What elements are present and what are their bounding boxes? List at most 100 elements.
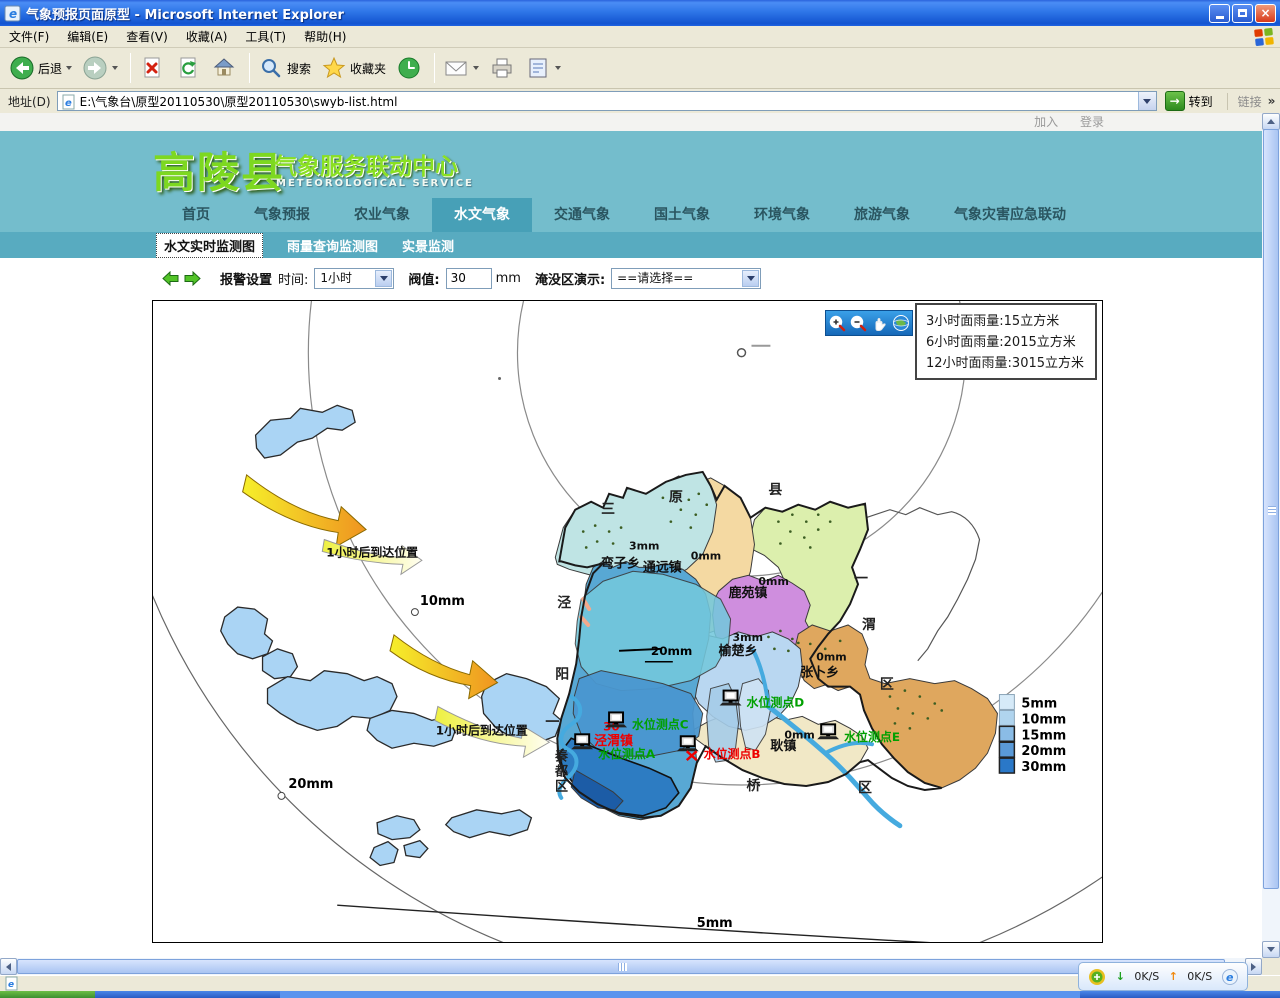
window-title: 气象预报页面原型 - Microsoft Internet Explorer bbox=[26, 4, 1207, 23]
taskbar[interactable] bbox=[0, 991, 1280, 998]
address-input-wrap[interactable]: e bbox=[57, 91, 1157, 111]
edit-button[interactable] bbox=[522, 53, 564, 83]
download-arrow-icon: ↓ bbox=[1116, 970, 1125, 983]
scroll-left-button[interactable] bbox=[0, 958, 17, 975]
menu-bar: 文件(F) 编辑(E) 查看(V) 收藏(A) 工具(T) 帮助(H) bbox=[0, 26, 1280, 48]
refresh-button[interactable] bbox=[172, 53, 204, 83]
mail-dropdown-icon[interactable] bbox=[473, 66, 479, 70]
tab-environment[interactable]: 环境气象 bbox=[732, 198, 832, 232]
tab-weather-forecast[interactable]: 气象预报 bbox=[232, 198, 332, 232]
tab-hydrology[interactable]: 水文气象 bbox=[432, 198, 532, 232]
next-arrow-icon[interactable] bbox=[184, 271, 201, 286]
back-icon bbox=[9, 55, 35, 81]
menu-file[interactable]: 文件(F) bbox=[0, 28, 58, 45]
scroll-down-button[interactable] bbox=[1262, 941, 1280, 958]
title-bar[interactable]: e 气象预报页面原型 - Microsoft Internet Explorer… bbox=[0, 0, 1280, 26]
taskbar-button[interactable] bbox=[280, 991, 1080, 998]
time-select-value: 1小时 bbox=[320, 271, 352, 285]
subtab-live-view[interactable]: 实景监测 bbox=[402, 236, 454, 255]
edit-dropdown-icon[interactable] bbox=[555, 66, 561, 70]
county-regions: 灞 bbox=[555, 472, 997, 820]
back-dropdown-icon[interactable] bbox=[66, 66, 72, 70]
geo-label: 一 bbox=[854, 571, 868, 587]
flood-demo-label: 淹没区演示: bbox=[535, 269, 605, 288]
menu-tools[interactable]: 工具(T) bbox=[236, 28, 295, 45]
account-strip: 加入 登录 bbox=[0, 113, 1262, 131]
forward-button[interactable] bbox=[79, 53, 121, 83]
flood-select[interactable]: ==请选择== bbox=[611, 268, 761, 289]
forward-dropdown-icon[interactable] bbox=[112, 66, 118, 70]
scroll-up-button[interactable] bbox=[1262, 113, 1280, 130]
hydrology-map[interactable]: 10mm 20mm 5mm bbox=[152, 300, 1103, 943]
safety-suite-icon bbox=[1088, 968, 1106, 986]
minimize-button[interactable] bbox=[1209, 4, 1230, 23]
refresh-icon bbox=[175, 55, 201, 81]
back-button[interactable]: 后退 bbox=[6, 53, 75, 83]
rain-gengzhen: 0mm bbox=[784, 728, 814, 741]
favorites-button[interactable]: 收藏夹 bbox=[318, 53, 389, 83]
rainfall-3h: 3小时面雨量:15立方米 bbox=[926, 311, 1086, 332]
time-select[interactable]: 1小时 bbox=[314, 268, 394, 289]
address-dropdown-icon[interactable] bbox=[1138, 92, 1156, 110]
tab-disaster-emergency[interactable]: 气象灾害应急联动 bbox=[932, 198, 1088, 232]
globe-icon[interactable] bbox=[892, 314, 910, 332]
address-input[interactable] bbox=[80, 94, 1100, 108]
tab-agriculture[interactable]: 农业气象 bbox=[332, 198, 432, 232]
menu-edit[interactable]: 编辑(E) bbox=[58, 28, 117, 45]
threshold-input[interactable] bbox=[446, 268, 492, 289]
browser-toolbar: 后退 搜索 bbox=[0, 48, 1280, 89]
links-menu[interactable]: 链接 » bbox=[1227, 93, 1276, 110]
menu-help[interactable]: 帮助(H) bbox=[295, 28, 355, 45]
radar-center-marker bbox=[498, 346, 770, 380]
station-c-icon bbox=[605, 712, 627, 727]
station-e-icon bbox=[817, 724, 839, 739]
rain-luyuanzhen: 0mm bbox=[758, 575, 788, 588]
svg-text:e: e bbox=[65, 98, 72, 109]
alarm-controls: 报警设置 时间: 1小时 阀值: mm 淹没区演示: ==请选择== bbox=[0, 258, 1262, 298]
search-button[interactable]: 搜索 bbox=[255, 53, 314, 83]
select-dropdown-icon[interactable] bbox=[742, 270, 759, 287]
subtab-realtime-monitor[interactable]: 水文实时监测图 bbox=[156, 233, 263, 258]
tab-home[interactable]: 首页 bbox=[160, 198, 232, 232]
search-icon bbox=[258, 55, 284, 81]
star-icon bbox=[321, 55, 347, 81]
pan-hand-icon[interactable] bbox=[871, 314, 889, 332]
zoom-out-icon[interactable] bbox=[849, 314, 867, 332]
join-link[interactable]: 加入 bbox=[1034, 115, 1058, 129]
site-header: 高陵县 气象服务联动中心 METEOROLOGICAL SERVICE 首页 气… bbox=[0, 131, 1262, 232]
time-label: 时间: bbox=[278, 269, 308, 288]
select-dropdown-icon[interactable] bbox=[375, 270, 392, 287]
tab-traffic[interactable]: 交通气象 bbox=[532, 198, 632, 232]
home-button[interactable] bbox=[208, 53, 240, 83]
ie-widget-icon[interactable]: e bbox=[1222, 969, 1238, 985]
subtab-rain-query[interactable]: 雨量查询监测图 bbox=[287, 236, 378, 255]
stop-button[interactable] bbox=[136, 53, 168, 83]
logo-subtitle-en: METEOROLOGICAL SERVICE bbox=[276, 178, 474, 189]
tab-land[interactable]: 国土气象 bbox=[632, 198, 732, 232]
zoom-in-icon[interactable] bbox=[828, 314, 846, 332]
horizontal-scroll-thumb[interactable] bbox=[17, 959, 1225, 974]
geo-label: 区 bbox=[858, 780, 872, 796]
printer-icon bbox=[489, 55, 515, 81]
legend-label: 15mm bbox=[1021, 728, 1066, 743]
vertical-scrollbar[interactable] bbox=[1262, 113, 1280, 958]
start-button[interactable] bbox=[0, 991, 95, 998]
district-boundary-line bbox=[866, 508, 980, 661]
contour-label-20mm: 20mm bbox=[651, 644, 692, 658]
prev-arrow-icon[interactable] bbox=[162, 271, 179, 286]
menu-view[interactable]: 查看(V) bbox=[117, 28, 177, 45]
menu-favorites[interactable]: 收藏(A) bbox=[177, 28, 237, 45]
network-speed-widget[interactable]: ↓ 0K/S ↑ 0K/S e bbox=[1078, 962, 1248, 991]
station-e-label: 水位测点E bbox=[843, 730, 900, 744]
geo-label: 县 bbox=[768, 482, 782, 498]
rain-legend: 5mm 10mm 15mm 20mm 30mm bbox=[999, 695, 1066, 776]
mail-button[interactable] bbox=[440, 53, 482, 83]
print-button[interactable] bbox=[486, 53, 518, 83]
login-link[interactable]: 登录 bbox=[1080, 115, 1104, 129]
close-button[interactable]: × bbox=[1255, 4, 1276, 23]
history-button[interactable] bbox=[393, 53, 425, 83]
tab-tourism[interactable]: 旅游气象 bbox=[832, 198, 932, 232]
maximize-button[interactable] bbox=[1232, 4, 1253, 23]
vertical-scroll-thumb[interactable] bbox=[1263, 129, 1279, 889]
go-button[interactable]: → 转到 bbox=[1165, 91, 1213, 111]
